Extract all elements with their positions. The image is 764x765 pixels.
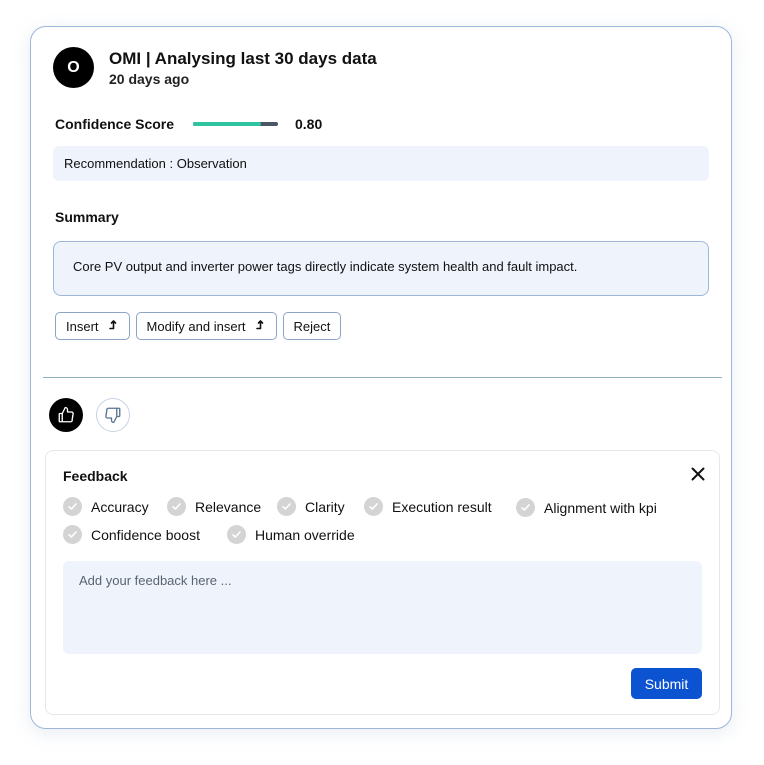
feedback-option-alignment-with-kpi[interactable]: Alignment with kpi xyxy=(516,498,657,517)
submit-button[interactable]: Submit xyxy=(631,668,702,699)
confidence-bar-fill xyxy=(193,122,261,126)
check-icon xyxy=(63,525,82,544)
close-icon xyxy=(691,467,705,481)
insert-button-label: Insert xyxy=(66,318,99,334)
check-icon xyxy=(277,497,296,516)
feedback-option-clarity[interactable]: Clarity xyxy=(277,497,345,516)
timestamp: 20 days ago xyxy=(109,71,190,87)
feedback-option-label: Execution result xyxy=(392,498,492,515)
recommendation-text: Recommendation : Observation xyxy=(53,146,709,181)
thumbs-down-button[interactable] xyxy=(96,398,130,432)
feedback-option-label: Confidence boost xyxy=(91,526,200,543)
check-icon xyxy=(63,497,82,516)
feedback-option-human-override[interactable]: Human override xyxy=(227,525,355,544)
feedback-option-accuracy[interactable]: Accuracy xyxy=(63,497,149,516)
thumbs-up-icon xyxy=(58,406,74,423)
insert-button[interactable]: Insert xyxy=(55,312,130,340)
feedback-option-label: Human override xyxy=(255,526,355,543)
feedback-option-label: Clarity xyxy=(305,498,345,515)
card-title: OMI | Analysing last 30 days data xyxy=(109,49,377,68)
insert-arrow-icon xyxy=(108,319,119,333)
check-icon xyxy=(227,525,246,544)
check-icon xyxy=(167,497,186,516)
close-button[interactable] xyxy=(689,465,707,483)
feedback-panel: Feedback Accuracy Relevance Clarity Exec… xyxy=(45,450,720,715)
insert-arrow-icon xyxy=(255,319,266,333)
confidence-label: Confidence Score xyxy=(55,116,175,132)
thumbs-up-button[interactable] xyxy=(49,398,83,432)
action-buttons: Insert Modify and insert Reject xyxy=(55,312,342,340)
summary-text: Core PV output and inverter power tags d… xyxy=(53,241,709,296)
modify-insert-button-label: Modify and insert xyxy=(146,318,246,334)
feedback-option-label: Accuracy xyxy=(91,498,149,515)
confidence-bar xyxy=(193,122,278,126)
modify-insert-button[interactable]: Modify and insert xyxy=(135,312,277,340)
confidence-value: 0.80 xyxy=(295,116,323,132)
feedback-option-label: Relevance xyxy=(195,498,262,515)
feedback-option-confidence-boost[interactable]: Confidence boost xyxy=(63,525,200,544)
feedback-option-relevance[interactable]: Relevance xyxy=(167,497,261,516)
check-icon xyxy=(516,498,535,517)
divider xyxy=(43,377,722,378)
feedback-title: Feedback xyxy=(63,468,128,484)
recommendation-card: O OMI | Analysing last 30 days data 20 d… xyxy=(30,26,732,729)
feedback-option-label: Alignment with kpi xyxy=(544,499,657,516)
check-icon xyxy=(364,497,383,516)
avatar: O xyxy=(53,47,94,88)
feedback-input[interactable] xyxy=(63,561,702,654)
reject-button[interactable]: Reject xyxy=(282,312,342,340)
summary-label: Summary xyxy=(55,209,119,225)
reject-button-label: Reject xyxy=(293,318,331,334)
feedback-option-execution-result[interactable]: Execution result xyxy=(364,497,492,516)
thumbs-down-icon xyxy=(105,407,121,424)
